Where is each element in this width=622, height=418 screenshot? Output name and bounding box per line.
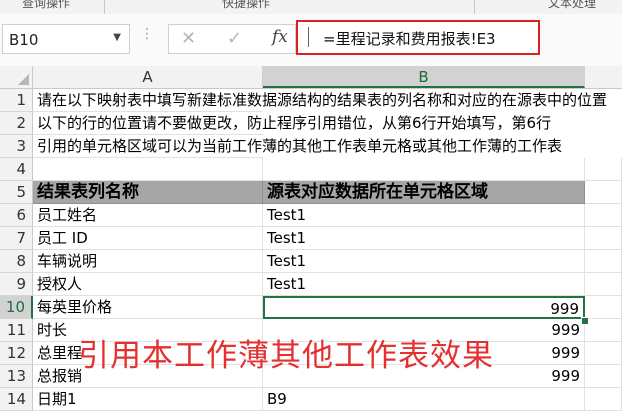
cell-a2[interactable]: 以下的行的位置请不要做更改，防止程序引用错位，从第6行开始填写，第6行 — [33, 112, 551, 135]
cell-b6[interactable]: Test1 — [263, 204, 585, 227]
table-row: 8 车辆说明 Test1 — [0, 250, 622, 273]
row-header[interactable]: 4 — [0, 158, 33, 181]
check-icon[interactable]: ✓ — [227, 28, 242, 49]
cell-c5[interactable] — [585, 181, 622, 204]
row-header[interactable]: 5 — [0, 181, 33, 204]
cell-a5[interactable]: 结果表列名称 — [33, 181, 263, 204]
cell-c7[interactable] — [585, 227, 622, 250]
cell-a4[interactable] — [33, 158, 263, 181]
cell-b5[interactable]: 源表对应数据所在单元格区域 — [263, 181, 585, 204]
name-box-value: B10 — [9, 31, 39, 49]
row-header[interactable]: 13 — [0, 365, 33, 388]
table-row: 9 授权人 Test1 — [0, 273, 622, 296]
cell-a14[interactable]: 日期1 — [33, 388, 263, 411]
table-row: 5 结果表列名称 源表对应数据所在单元格区域 — [0, 181, 622, 204]
text-caret — [308, 27, 309, 47]
table-row: 3 引用的单元格区域可以为当前工作薄的其他工作表单元格或其他工作薄的工作表 — [0, 135, 622, 158]
cell-a8[interactable]: 车辆说明 — [33, 250, 263, 273]
selected-cell-b10[interactable]: 999 — [263, 296, 585, 319]
cell-b9[interactable]: Test1 — [263, 273, 585, 296]
function-icon[interactable]: fx — [272, 27, 288, 47]
cell-a10[interactable]: 每英里价格 — [33, 296, 263, 319]
row-header[interactable]: 11 — [0, 319, 33, 342]
formula-text: =里程记录和费用报表!E3 — [323, 30, 496, 48]
cell-c8[interactable] — [585, 250, 622, 273]
cell-a9[interactable]: 授权人 — [33, 273, 263, 296]
row-header[interactable]: 1 — [0, 89, 33, 112]
cell-a3[interactable]: 引用的单元格区域可以为当前工作薄的其他工作表单元格或其他工作薄的工作表 — [33, 135, 562, 158]
cell-c9[interactable] — [585, 273, 622, 296]
cell-a1[interactable]: 请在以下映射表中填写新建标准数据源结构的结果表的列名称和对应的在源表中的位置 — [33, 89, 607, 112]
name-box[interactable]: B10 ▼ — [2, 24, 130, 54]
cell-c6[interactable] — [585, 204, 622, 227]
ribbon-group-label[interactable]: 文本处理 — [548, 0, 596, 11]
column-header-c[interactable] — [585, 66, 622, 88]
column-header-a[interactable]: A — [33, 66, 263, 88]
row-header[interactable]: 7 — [0, 227, 33, 250]
table-row: 10 每英里价格 999 — [0, 296, 622, 319]
row-header[interactable]: 3 — [0, 135, 33, 158]
cell-b4[interactable] — [263, 158, 585, 181]
row-header[interactable]: 6 — [0, 204, 33, 227]
formula-buttons: ✕ ✓ fx — [168, 24, 296, 54]
cell-c12[interactable] — [585, 342, 622, 365]
close-icon[interactable]: ✕ — [181, 28, 196, 49]
column-header-b[interactable]: B — [263, 66, 585, 88]
cell-c11[interactable] — [585, 319, 622, 342]
select-all-button[interactable] — [0, 66, 33, 88]
table-row: 6 员工姓名 Test1 — [0, 204, 622, 227]
ribbon-strip: 查询操作 快捷操作 文本处理 — [0, 0, 622, 15]
table-row: 2 以下的行的位置请不要做更改，防止程序引用错位，从第6行开始填写，第6行 — [0, 112, 622, 135]
formula-bar: B10 ▼ ⋮ ✕ ✓ fx =里程记录和费用报表!E3 — [0, 14, 622, 67]
row-header[interactable]: 2 — [0, 112, 33, 135]
table-row: 1 请在以下映射表中填写新建标准数据源结构的结果表的列名称和对应的在源表中的位置 — [0, 89, 622, 112]
ribbon-separator — [104, 0, 105, 14]
column-header-row: A B — [0, 66, 622, 89]
row-header[interactable]: 8 — [0, 250, 33, 273]
table-row: 4 — [0, 158, 622, 181]
row-header[interactable]: 14 — [0, 388, 33, 411]
annotation-caption: 引用本工作薄其他工作表效果 — [78, 338, 494, 374]
cell-c14[interactable] — [585, 388, 622, 411]
resize-handle-icon[interactable]: ⋮ — [140, 26, 154, 42]
select-all-icon — [18, 74, 29, 85]
cell-c4[interactable] — [585, 158, 622, 181]
formula-input[interactable]: =里程记录和费用报表!E3 — [296, 20, 540, 55]
ribbon-group-label[interactable]: 查询操作 — [22, 0, 70, 11]
cell-b7[interactable]: Test1 — [263, 227, 585, 250]
cell-c13[interactable] — [585, 365, 622, 388]
fill-handle[interactable] — [581, 317, 589, 325]
row-header[interactable]: 9 — [0, 273, 33, 296]
ribbon-separator — [474, 0, 475, 14]
ribbon-group-label[interactable]: 快捷操作 — [222, 0, 270, 11]
table-row: 14 日期1 B9 — [0, 388, 622, 411]
cell-a7[interactable]: 员工 ID — [33, 227, 263, 250]
cell-b8[interactable]: Test1 — [263, 250, 585, 273]
chevron-down-icon[interactable]: ▼ — [113, 32, 121, 43]
row-header[interactable]: 10 — [0, 296, 33, 319]
cell-b14[interactable]: B9 — [263, 388, 585, 411]
table-row: 7 员工 ID Test1 — [0, 227, 622, 250]
cell-c10[interactable] — [585, 296, 622, 319]
cell-a6[interactable]: 员工姓名 — [33, 204, 263, 227]
row-header[interactable]: 12 — [0, 342, 33, 365]
